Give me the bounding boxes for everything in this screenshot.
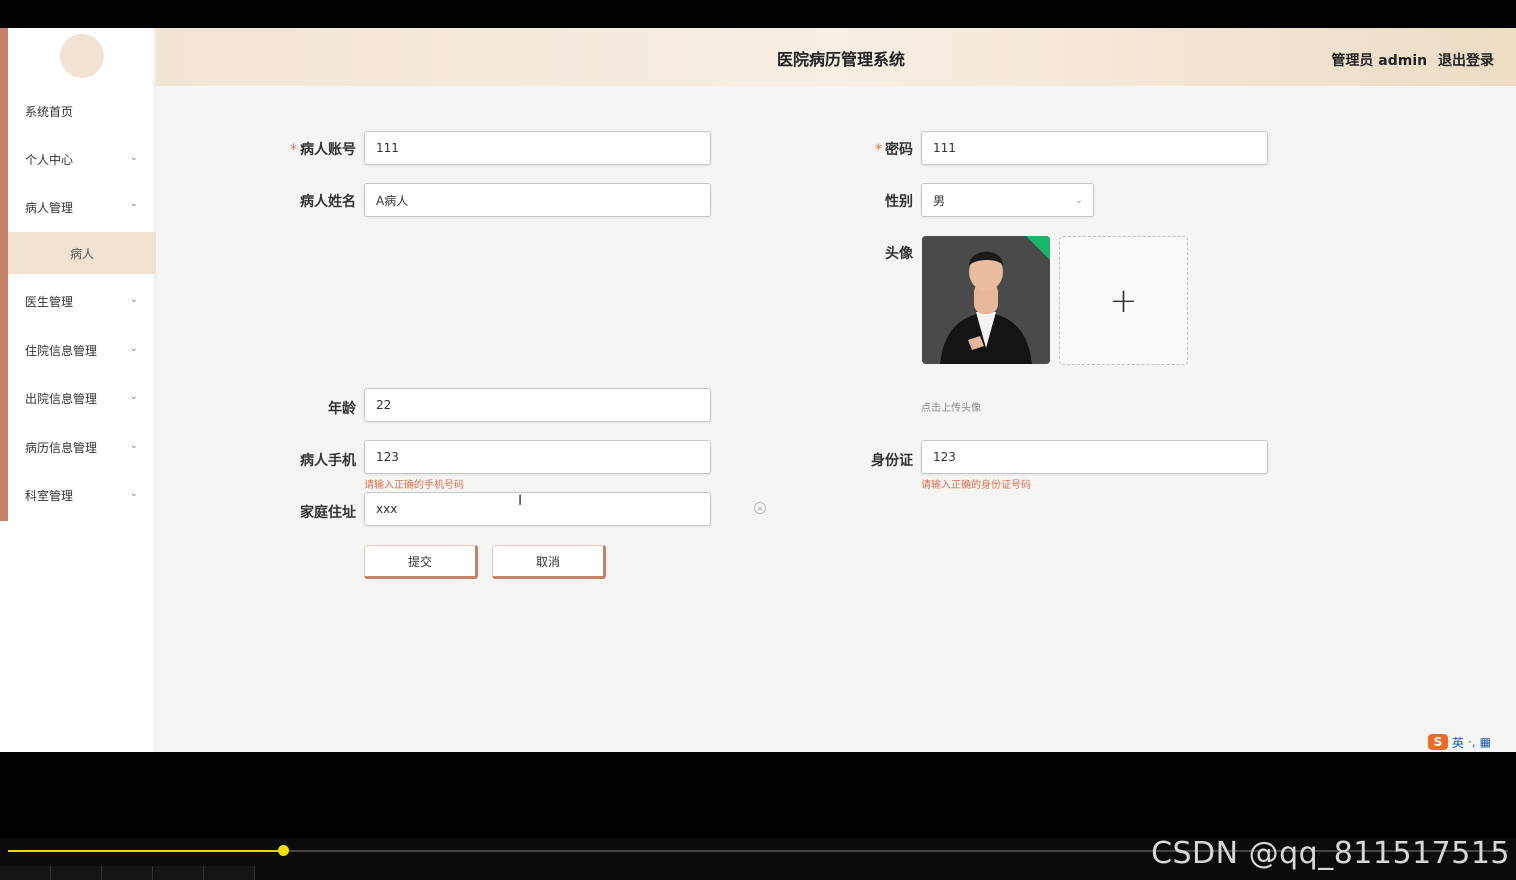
app-window: 系统首页 个人中心 ⌄ 病人管理 ⌃ 病人 医生管理 ⌄ 住院信息管理 ⌄ 出院… bbox=[0, 28, 1516, 752]
sidebar-item-label: 住院信息管理 bbox=[25, 343, 98, 358]
sidebar-item-home[interactable]: 系统首页 bbox=[8, 91, 156, 131]
password-field[interactable]: 111 bbox=[921, 131, 1268, 165]
age-field[interactable]: 22 bbox=[364, 388, 711, 422]
sidebar-item-patient-management[interactable]: 病人管理 ⌃ bbox=[8, 187, 156, 227]
sidebar-subitem-label: 病人 bbox=[69, 246, 94, 261]
chevron-down-icon: ⌄ bbox=[129, 294, 138, 305]
ime-mode-label: 英 bbox=[1452, 735, 1465, 750]
sidebar-subitem-patient[interactable]: 病人 bbox=[8, 232, 156, 274]
sidebar: 系统首页 个人中心 ⌄ 病人管理 ⌃ 病人 医生管理 ⌄ 住院信息管理 ⌄ 出院… bbox=[0, 28, 156, 752]
sidebar-item-label: 系统首页 bbox=[25, 104, 74, 119]
sidebar-item-discharge-management[interactable]: 出院信息管理 ⌄ bbox=[8, 378, 156, 418]
page-title: 医院病历管理系统 bbox=[776, 50, 905, 69]
idcard-label: 身份证 bbox=[871, 453, 913, 469]
chevron-down-icon: ⌄ bbox=[129, 343, 138, 354]
idcard-field[interactable]: 123 bbox=[921, 440, 1268, 474]
clear-icon[interactable]: × bbox=[754, 502, 766, 514]
logout-button[interactable]: 退出登录 bbox=[1438, 53, 1494, 69]
gender-select[interactable]: 男 ⌄ bbox=[921, 183, 1094, 217]
user-label: 管理员 admin bbox=[1331, 53, 1428, 69]
address-field[interactable]: xxx bbox=[364, 492, 711, 526]
password-label: * 密码 bbox=[875, 142, 913, 158]
plus-icon: + bbox=[1109, 280, 1138, 321]
player-tabs bbox=[0, 866, 260, 880]
upload-avatar-button[interactable]: + bbox=[1059, 236, 1188, 365]
avatar-upload-hint: 点击上传头像 bbox=[921, 403, 981, 414]
sidebar-item-label: 科室管理 bbox=[25, 488, 74, 503]
sidebar-accent-bar bbox=[0, 28, 8, 521]
avatar-preview-image[interactable] bbox=[922, 236, 1050, 364]
sidebar-item-label: 医生管理 bbox=[25, 294, 74, 309]
name-field[interactable]: A病人 bbox=[364, 183, 711, 217]
chevron-down-icon: ⌄ bbox=[129, 152, 138, 163]
sidebar-item-department-management[interactable]: 科室管理 ⌄ bbox=[8, 475, 156, 515]
address-label: 家庭住址 bbox=[300, 505, 356, 521]
punctuation-icon: ·, bbox=[1468, 735, 1476, 749]
seek-progress bbox=[8, 850, 283, 852]
account-label: * 病人账号 bbox=[290, 142, 356, 158]
account-field[interactable]: 111 bbox=[364, 131, 711, 165]
cancel-button[interactable]: 取消 bbox=[492, 545, 606, 579]
sidebar-item-label: 病人管理 bbox=[25, 200, 74, 215]
phone-label: 病人手机 bbox=[300, 453, 356, 469]
chevron-down-icon: ⌄ bbox=[129, 440, 138, 451]
phone-error: 请输入正确的手机号码 bbox=[364, 480, 464, 491]
text-cursor-icon: I bbox=[518, 493, 523, 509]
watermark: CSDN @qq_811517515 bbox=[1151, 836, 1510, 871]
name-label: 病人姓名 bbox=[300, 194, 356, 210]
sogou-icon: S bbox=[1428, 734, 1448, 750]
age-label: 年龄 bbox=[328, 401, 356, 417]
phone-field[interactable]: 123 bbox=[364, 440, 711, 474]
seek-handle[interactable] bbox=[277, 845, 289, 856]
sidebar-item-medical-record-management[interactable]: 病历信息管理 ⌄ bbox=[8, 427, 156, 467]
sidebar-item-personal-center[interactable]: 个人中心 ⌄ bbox=[8, 139, 156, 179]
gender-label: 性别 bbox=[885, 194, 913, 210]
sidebar-item-label: 出院信息管理 bbox=[25, 391, 98, 406]
chevron-down-icon: ⌄ bbox=[129, 391, 138, 402]
user-area: 管理员 admin 退出登录 bbox=[1325, 50, 1494, 70]
submit-button[interactable]: 提交 bbox=[364, 545, 478, 579]
header-bar: 医院病历管理系统 管理员 admin 退出登录 bbox=[156, 28, 1516, 86]
idcard-error: 请输入正确的身份证号码 bbox=[921, 480, 1031, 491]
sidebar-item-label: 个人中心 bbox=[25, 152, 74, 167]
chevron-up-icon: ⌃ bbox=[129, 203, 138, 214]
ime-toolbar[interactable]: S 英 ·, ▦ bbox=[1428, 732, 1510, 752]
gender-selected-value: 男 bbox=[933, 193, 946, 208]
sidebar-item-label: 病历信息管理 bbox=[25, 440, 98, 455]
chevron-down-icon: ⌄ bbox=[129, 488, 138, 499]
chevron-down-icon: ⌄ bbox=[1074, 195, 1083, 206]
avatar-label: 头像 bbox=[885, 246, 913, 262]
grid-icon: ▦ bbox=[1479, 735, 1491, 749]
sidebar-item-inpatient-management[interactable]: 住院信息管理 ⌄ bbox=[8, 330, 156, 370]
sidebar-item-doctor-management[interactable]: 医生管理 ⌄ bbox=[8, 281, 156, 321]
avatar[interactable] bbox=[60, 34, 104, 78]
